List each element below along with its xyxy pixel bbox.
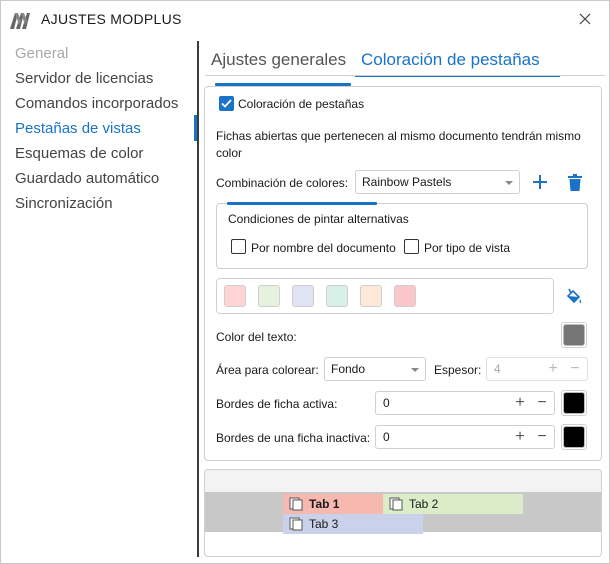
sidebar-item-builtin-commands[interactable]: Comandos incorporados: [15, 95, 178, 112]
settings-tabs: Ajustes generales Coloración de pestañas: [205, 45, 605, 77]
sidebar: General Servidor de licencias Comandos i…: [1, 41, 197, 557]
palette-swatch[interactable]: [258, 285, 280, 307]
sidebar-item-sync[interactable]: Sincronización: [15, 195, 113, 212]
window-title: AJUSTES MODPLUS: [41, 11, 182, 27]
coloring-panel: Coloración de pestañas Fichas abiertas q…: [204, 83, 602, 461]
chevron-down-icon: [411, 368, 419, 372]
inactive-border-label: Bordes de una ficha inactiva:: [216, 431, 371, 445]
thickness-input[interactable]: 4 + −: [486, 357, 588, 381]
preview-tab-1[interactable]: Tab 1: [283, 494, 383, 514]
scheme-label: Combinación de colores:: [216, 176, 349, 190]
area-value: Fondo: [331, 362, 366, 376]
by-view-type-label: Por tipo de vista: [424, 241, 511, 255]
enable-coloring-checkbox[interactable]: [219, 96, 234, 111]
active-border-color-button[interactable]: [563, 392, 585, 414]
sidebar-item-general[interactable]: General: [15, 45, 68, 62]
tab-preview: Tab 1 Tab 2 Tab 3: [204, 469, 602, 557]
group-accent-line: [227, 202, 377, 205]
document-icon: [289, 497, 303, 511]
thickness-increment-button[interactable]: +: [546, 361, 560, 377]
tab-tab-coloring[interactable]: Coloración de pestañas: [361, 50, 540, 70]
active-border-value: 0: [383, 396, 390, 410]
chevron-down-icon: [505, 181, 513, 185]
palette-swatch[interactable]: [394, 285, 416, 307]
sidebar-item-color-schemes[interactable]: Esquemas de color: [15, 145, 143, 162]
preview-tab-1-label: Tab 1: [309, 497, 340, 511]
inactive-border-input[interactable]: 0 + −: [375, 425, 555, 449]
palette-swatch[interactable]: [292, 285, 314, 307]
preview-tab-3-label: Tab 3: [309, 517, 339, 531]
active-border-label: Bordes de ficha activa:: [216, 397, 338, 411]
close-button[interactable]: [571, 7, 599, 31]
tabs-divider: [205, 75, 605, 76]
preview-tab-strip: Tab 1 Tab 2 Tab 3: [205, 492, 601, 534]
sidebar-divider: [197, 41, 199, 557]
inactive-border-color-button[interactable]: [563, 426, 585, 448]
sidebar-item-license-server[interactable]: Servidor de licencias: [15, 70, 153, 87]
by-document-name-label: Por nombre del documento: [251, 241, 396, 255]
close-icon: [579, 13, 591, 25]
alternative-conditions-group: Condiciones de pintar alternativas Por n…: [216, 202, 588, 269]
add-scheme-button[interactable]: [529, 171, 551, 193]
preview-tab-2[interactable]: Tab 2: [383, 494, 523, 514]
preview-tab-3[interactable]: Tab 3: [283, 514, 423, 534]
paint-bucket-icon: [566, 288, 582, 304]
preview-header: [205, 470, 601, 492]
scheme-value: Rainbow Pastels: [362, 175, 452, 189]
checkmark-icon: [221, 99, 232, 108]
area-label: Área para colorear:: [216, 363, 319, 377]
thickness-label: Espesor:: [434, 363, 482, 377]
palette-swatch[interactable]: [360, 285, 382, 307]
app-logo-icon: [10, 13, 30, 29]
scheme-select[interactable]: Rainbow Pastels: [355, 170, 520, 194]
document-icon: [289, 517, 303, 531]
title-bar: AJUSTES MODPLUS: [1, 1, 609, 37]
active-border-increment-button[interactable]: +: [513, 395, 527, 411]
inactive-border-value: 0: [383, 430, 390, 444]
active-border-input[interactable]: 0 + −: [375, 391, 555, 415]
tab-general-settings[interactable]: Ajustes generales: [211, 50, 346, 70]
settings-window: AJUSTES MODPLUS General Servidor de lice…: [0, 0, 610, 564]
sidebar-item-view-tabs[interactable]: Pestañas de vistas: [15, 120, 141, 137]
by-document-name-checkbox[interactable]: [231, 239, 246, 254]
alternative-conditions-title: Condiciones de pintar alternativas: [228, 212, 409, 226]
inactive-border-decrement-button[interactable]: −: [535, 429, 549, 445]
inactive-border-color-frame: [561, 424, 587, 450]
active-border-color-frame: [561, 390, 587, 416]
trash-icon: [568, 173, 582, 191]
fill-palette-button[interactable]: [563, 286, 585, 308]
text-color-button[interactable]: [563, 324, 585, 346]
document-icon: [389, 497, 403, 511]
delete-scheme-button[interactable]: [564, 171, 586, 193]
enable-coloring-label: Coloración de pestañas: [238, 97, 365, 111]
inactive-border-increment-button[interactable]: +: [513, 429, 527, 445]
by-view-type-checkbox[interactable]: [404, 239, 419, 254]
color-palette: [216, 278, 554, 314]
text-color-frame: [561, 322, 587, 348]
panel-accent-line: [215, 83, 351, 86]
palette-swatch[interactable]: [326, 285, 348, 307]
thickness-decrement-button[interactable]: −: [568, 361, 582, 377]
palette-swatch[interactable]: [224, 285, 246, 307]
thickness-value: 4: [494, 362, 501, 376]
preview-tab-2-label: Tab 2: [409, 497, 439, 511]
active-border-decrement-button[interactable]: −: [535, 395, 549, 411]
area-select[interactable]: Fondo: [324, 357, 426, 381]
text-color-label: Color del texto:: [216, 330, 297, 344]
coloring-description: Fichas abiertas que pertenecen al mismo …: [216, 129, 581, 160]
sidebar-item-autosave[interactable]: Guardado automático: [15, 170, 159, 187]
plus-icon: [533, 175, 547, 189]
